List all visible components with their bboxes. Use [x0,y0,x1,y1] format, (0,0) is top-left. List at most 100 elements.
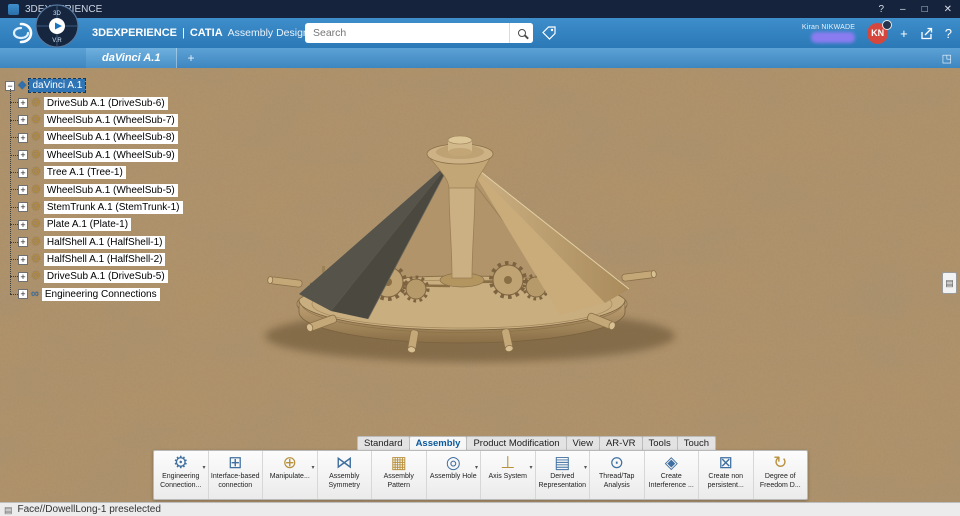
close-button[interactable]: ✕ [944,4,952,15]
tree-item-label[interactable]: WheelSub A.1 (WheelSub-8) [43,131,178,145]
search-icon [517,29,526,37]
help-button[interactable]: ? [878,4,884,15]
search-bar[interactable] [305,23,533,43]
ribbon-tab-touch[interactable]: Touch [676,436,717,450]
tree-item-drivesub-a-1-drivesub-6[interactable]: + ⚙ DriveSub A.1 (DriveSub-6) [10,94,183,111]
tree-expander[interactable]: + [18,150,28,161]
tree-item-label[interactable]: DriveSub A.1 (DriveSub-6) [43,96,168,110]
search-button[interactable] [509,23,533,43]
document-tab[interactable]: daVinci A.1 [86,48,178,68]
tree-item-label[interactable]: HalfShell A.1 (HalfShell-2) [43,253,166,267]
tool-assembly-pattern[interactable]: ▦ Assembly Pattern [372,451,427,499]
tree-item-wheelsub-a-1-wheelsub-9[interactable]: + ⚙ WheelSub A.1 (WheelSub-9) [10,147,183,164]
tree-item-icon: ⚙ [31,131,41,144]
tool-manipulate[interactable]: ⊕ ▾ Manipulate... [263,451,318,499]
new-tab-button[interactable]: + [177,51,204,65]
ribbon-tab-standard[interactable]: Standard [357,436,410,450]
workbench-name: Assembly Design [227,27,309,39]
add-icon[interactable]: + [900,27,908,40]
ribbon-tab-product-modification[interactable]: Product Modification [466,436,567,450]
expand-viewport-icon[interactable]: ◳ [942,52,960,65]
share-icon[interactable] [920,27,933,40]
compass-widget[interactable]: 3D V.R [35,4,79,48]
tree-item-tree-a-1-tree-1[interactable]: + ⚙ Tree A.1 (Tree-1) [10,164,183,181]
ribbon-tab-assembly[interactable]: Assembly [408,436,468,450]
tag-icon[interactable] [542,26,556,40]
tree-item-label[interactable]: WheelSub A.1 (WheelSub-7) [43,113,178,127]
maximize-button[interactable]: □ [922,4,928,15]
tool-icon: ↻ [773,453,788,472]
tree-item-wheelsub-a-1-wheelsub-8[interactable]: + ⚙ WheelSub A.1 (WheelSub-8) [10,129,183,146]
ribbon-tab-ar-vr[interactable]: AR-VR [598,436,643,450]
tree-root[interactable]: − ◆ daVinci A.1 [5,77,183,94]
tree-item-icon: ⚙ [31,235,41,248]
tree-item-wheelsub-a-1-wheelsub-5[interactable]: + ⚙ WheelSub A.1 (WheelSub-5) [10,181,183,198]
help-icon[interactable]: ? [945,27,952,40]
tool-dropdown-arrow[interactable]: ▾ [202,464,205,471]
tool-create-non-persistent[interactable]: ⊠ Create non persistent... [699,451,754,499]
tool-axis-system[interactable]: ⊥ ▾ Axis System [481,451,536,499]
ribbon-tab-view[interactable]: View [565,436,600,450]
tree-expander[interactable]: + [18,271,28,282]
tree-item-label[interactable]: Engineering Connections [41,287,160,301]
tree-item-halfshell-a-1-halfshell-1[interactable]: + ⚙ HalfShell A.1 (HalfShell-1) [10,234,183,251]
tree-item-stemtrunk-a-1-stemtrunk-1[interactable]: + ⚙ StemTrunk A.1 (StemTrunk-1) [10,199,183,216]
tool-assembly-symmetry[interactable]: ⋈ Assembly Symmetry [318,451,372,499]
tool-thread-tap-analysis[interactable]: ⊙ Thread/Tap Analysis [590,451,645,499]
tree-item-wheelsub-a-1-wheelsub-7[interactable]: + ⚙ WheelSub A.1 (WheelSub-7) [10,112,183,129]
tree-item-label[interactable]: StemTrunk A.1 (StemTrunk-1) [43,200,183,214]
tool-degree-of-freedom-d[interactable]: ↻ Degree of Freedom D... [754,451,808,499]
tree-expander[interactable]: + [18,219,28,230]
tool-label: Create non persistent... [707,473,744,489]
tree-item-label[interactable]: WheelSub A.1 (WheelSub-9) [43,148,178,162]
tool-dropdown-arrow[interactable]: ▾ [475,464,478,471]
tool-dropdown-arrow[interactable]: ▾ [311,464,314,471]
search-input[interactable] [305,27,509,39]
tree-item-label[interactable]: Plate A.1 (Plate-1) [43,218,132,232]
ribbon-tab-tools[interactable]: Tools [641,436,678,450]
3ds-logo-icon[interactable] [8,21,34,45]
tree-expander[interactable]: + [18,202,28,213]
tree-expander[interactable]: + [18,115,28,126]
tree-item-label[interactable]: HalfShell A.1 (HalfShell-1) [43,235,166,249]
tree-expander[interactable]: + [18,167,28,178]
tree-expander[interactable]: + [18,132,28,143]
tree-expander[interactable]: + [18,254,28,265]
tool-interface-based-connection[interactable]: ⊞ Interface-based connection [209,451,263,499]
tree-root-label[interactable]: daVinci A.1 [28,78,87,94]
tree-expander[interactable]: + [18,185,28,196]
tree-item-halfshell-a-1-halfshell-2[interactable]: + ⚙ HalfShell A.1 (HalfShell-2) [10,251,183,268]
tool-label: Axis System [488,473,527,480]
tool-label: Interface-based connection [210,473,260,489]
avatar[interactable]: KN [867,19,893,44]
tree-item-label[interactable]: Tree A.1 (Tree-1) [43,166,126,180]
tree-expander[interactable]: + [18,289,28,300]
tree-item-icon: ⚙ [31,200,41,213]
tree-expander[interactable]: + [18,237,28,248]
header-bar: 3DEXPERIENCE | CATIA Assembly Design Kir… [0,18,960,48]
tool-assembly-hole[interactable]: ◎ ▾ Assembly Hole [427,451,481,499]
tree-item-icon: ⚙ [31,166,41,179]
tree-item-icon: ⚙ [31,148,41,161]
tree-item-plate-a-1-plate-1[interactable]: + ⚙ Plate A.1 (Plate-1) [10,216,183,233]
status-bar: ▤ Face//DowellLong-1 preselected [0,502,960,516]
viewport-side-widget[interactable]: ▤ [942,272,957,294]
tool-icon: ⊠ [718,453,733,472]
tool-engineering-connection[interactable]: ⚙ ▾ Engineering Connection... [154,451,209,499]
tool-dropdown-arrow[interactable]: ▾ [529,464,532,471]
tree-children: + ⚙ DriveSub A.1 (DriveSub-6) + ⚙ WheelS… [5,89,183,303]
tree-item-engineering-connections[interactable]: + ∞ Engineering Connections [10,286,183,303]
tree-expander[interactable]: + [18,98,28,109]
tool-icon: ⋈ [335,453,353,472]
tool-create-interference[interactable]: ◈ Create Interference ... [645,451,699,499]
minimize-button[interactable]: – [900,4,906,15]
tree-item-label[interactable]: WheelSub A.1 (WheelSub-5) [43,183,178,197]
tool-dropdown-arrow[interactable]: ▾ [584,464,587,471]
tool-derived-representation[interactable]: ▤ ▾ Derived Representation [536,451,590,499]
tree-item-drivesub-a-1-drivesub-5[interactable]: + ⚙ DriveSub A.1 (DriveSub-5) [10,268,183,285]
tool-label: Thread/Tap Analysis [599,473,635,489]
tree-item-icon: ⚙ [31,218,41,231]
tree-item-icon: ⚙ [31,96,41,109]
tree-item-label[interactable]: DriveSub A.1 (DriveSub-5) [43,270,168,284]
tree-item-icon: ⚙ [31,113,41,126]
